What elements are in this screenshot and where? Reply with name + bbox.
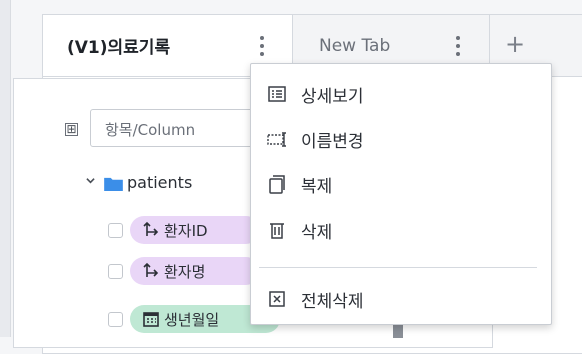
- tab-label: (V1)의료기록: [67, 38, 171, 58]
- tab-more-icon[interactable]: [252, 31, 272, 61]
- menu-item-delete[interactable]: 삭제: [251, 210, 551, 250]
- key-relation-icon: [143, 221, 159, 236]
- column-checkbox[interactable]: [108, 223, 123, 238]
- add-tab-button[interactable]: +: [505, 29, 525, 59]
- column-checkbox[interactable]: [108, 312, 123, 327]
- tab-context-menu: 상세보기 이름변경 복제 삭제 전체삭제: [250, 63, 552, 325]
- chevron-down-icon[interactable]: [86, 176, 95, 185]
- folder-label[interactable]: patients: [127, 173, 192, 192]
- menu-item-label: 복제: [301, 176, 333, 197]
- folder-icon: [104, 177, 123, 191]
- left-rail: [0, 0, 11, 337]
- column-chip-patient-name[interactable]: 환자명: [130, 257, 260, 285]
- calendar-icon: [143, 312, 159, 327]
- menu-separator: [259, 267, 537, 268]
- key-relation-icon: [143, 262, 159, 277]
- menu-item-label: 이름변경: [301, 131, 364, 152]
- column-chip-patient-id[interactable]: 환자ID: [130, 216, 260, 244]
- column-chip-label: 환자명: [164, 262, 206, 281]
- menu-item-delete-all[interactable]: 전체삭제: [251, 279, 551, 319]
- menu-item-rename[interactable]: 이름변경: [251, 119, 551, 159]
- duplicate-icon: [269, 175, 285, 194]
- menu-item-duplicate[interactable]: 복제: [251, 164, 551, 204]
- expand-all-icon[interactable]: ⊞: [65, 123, 78, 136]
- tab-label: New Tab: [319, 35, 391, 56]
- trash-icon: [270, 223, 284, 239]
- menu-item-details[interactable]: 상세보기: [251, 74, 551, 114]
- menu-item-label: 전체삭제: [301, 291, 364, 312]
- column-search-input[interactable]: 항목/Column: [90, 109, 260, 147]
- column-checkbox[interactable]: [108, 264, 123, 279]
- list-detail-icon: [268, 86, 286, 102]
- delete-all-icon: [269, 291, 285, 307]
- column-chip-label: 생년월일: [164, 310, 220, 329]
- menu-item-label: 상세보기: [301, 86, 364, 107]
- menu-item-label: 삭제: [301, 222, 333, 243]
- rename-icon: [267, 132, 286, 147]
- tab-more-icon[interactable]: [448, 31, 468, 61]
- column-chip-label: 환자ID: [164, 221, 208, 240]
